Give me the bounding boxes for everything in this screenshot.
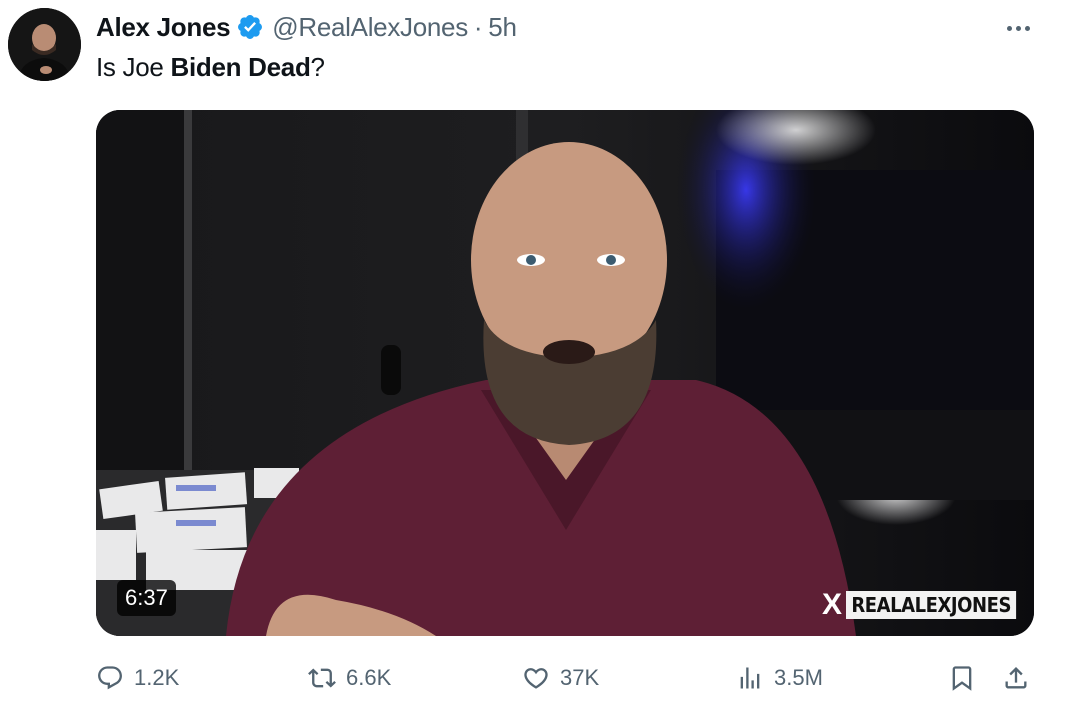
profile-photo	[8, 8, 81, 81]
tweet-header: Alex Jones @RealAlexJones · 5h	[96, 11, 517, 43]
video-player[interactable]: 6:37 X REALALEXJONES	[96, 110, 1034, 636]
views-button[interactable]: 3.5M	[736, 660, 823, 696]
avatar[interactable]	[8, 8, 81, 81]
more-options-button[interactable]	[1000, 14, 1036, 42]
reply-icon	[98, 666, 122, 690]
like-count: 37K	[560, 665, 600, 690]
share-icon	[1005, 667, 1027, 689]
author-handle[interactable]: @RealAlexJones	[272, 12, 468, 43]
reply-count: 1.2K	[134, 665, 180, 690]
views-icon	[740, 667, 760, 689]
bookmark-button[interactable]	[948, 660, 976, 696]
watermark-text: REALALEXJONES	[846, 591, 1017, 619]
author-display-name[interactable]: Alex Jones	[96, 12, 231, 43]
tweet-text: Is Joe Biden Dead?	[96, 52, 325, 83]
separator-dot: ·	[473, 11, 483, 42]
video-duration: 6:37	[117, 580, 176, 616]
share-button[interactable]	[1002, 660, 1030, 696]
ellipsis-icon	[1006, 25, 1012, 31]
repost-button[interactable]: 6.6K	[308, 660, 391, 696]
repost-icon	[308, 668, 336, 688]
like-icon	[524, 668, 548, 689]
tweet-text-part: Is Joe	[96, 52, 171, 82]
x-logo-icon: X	[822, 588, 843, 621]
verified-badge-icon[interactable]	[236, 13, 264, 41]
repost-count: 6.6K	[346, 665, 392, 690]
reply-button[interactable]: 1.2K	[96, 660, 179, 696]
like-button[interactable]: 37K	[522, 660, 599, 696]
action-bar: 1.2K 6.6K 37K 3.5M	[96, 660, 1036, 696]
tweet-text-part: ?	[310, 52, 325, 82]
bookmark-icon	[952, 666, 972, 691]
views-count: 3.5M	[774, 665, 823, 690]
video-watermark: X REALALEXJONES	[822, 588, 1034, 622]
video-frame	[96, 110, 1034, 636]
timestamp[interactable]: 5h	[488, 12, 517, 43]
tweet-text-bold: Biden Dead	[170, 52, 311, 82]
